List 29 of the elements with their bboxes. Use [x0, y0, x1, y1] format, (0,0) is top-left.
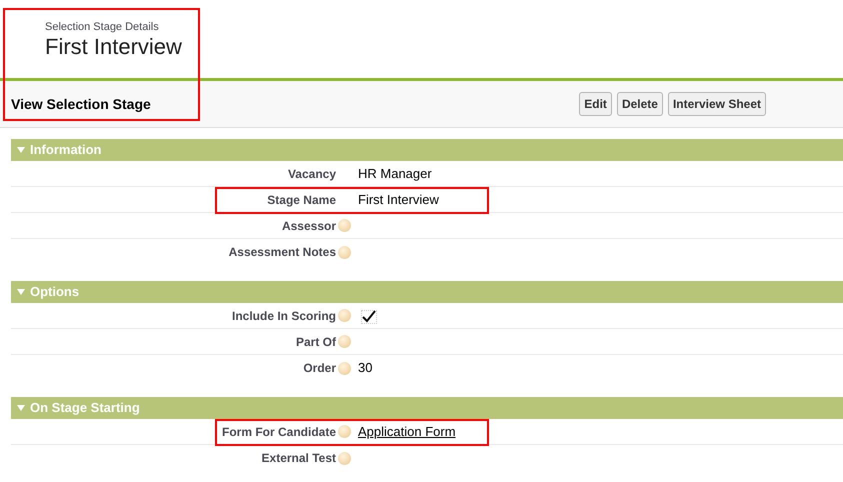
help-icon[interactable]: [338, 309, 351, 322]
page-subtitle: Selection Stage Details: [45, 21, 160, 34]
field-label: External Test: [262, 450, 336, 467]
section-title: On Stage Starting: [30, 399, 140, 418]
field-label: Assessor: [282, 218, 336, 234]
help-icon[interactable]: [338, 219, 351, 232]
section-title: Options: [30, 283, 80, 302]
field-label: Include In Scoring: [232, 308, 336, 324]
field-link[interactable]: Application Form: [358, 422, 456, 442]
help-icon[interactable]: [338, 452, 351, 464]
help-icon[interactable]: [338, 425, 351, 438]
field-value: 30: [358, 359, 372, 378]
toolbar-button[interactable]: Edit: [579, 92, 612, 116]
field-label: Part Of: [296, 334, 336, 350]
toolbar-button[interactable]: Delete: [616, 92, 663, 116]
page-title: First Interview: [45, 34, 182, 60]
view-title: View Selection Stage: [11, 95, 151, 114]
field-label: Assessment Notes: [228, 244, 336, 261]
field-label: Form For Candidate: [222, 424, 336, 440]
field-value: HR Manager: [358, 164, 432, 183]
help-icon[interactable]: [338, 246, 351, 258]
field-label: Vacancy: [288, 166, 336, 182]
section-title: Information: [30, 141, 102, 160]
field-label: Stage Name: [267, 192, 336, 208]
help-icon[interactable]: [338, 335, 351, 348]
toolbar-button[interactable]: Interview Sheet: [668, 92, 766, 116]
help-icon[interactable]: [338, 362, 351, 374]
field-label: Order: [303, 360, 336, 377]
field-value: First Interview: [358, 190, 439, 209]
